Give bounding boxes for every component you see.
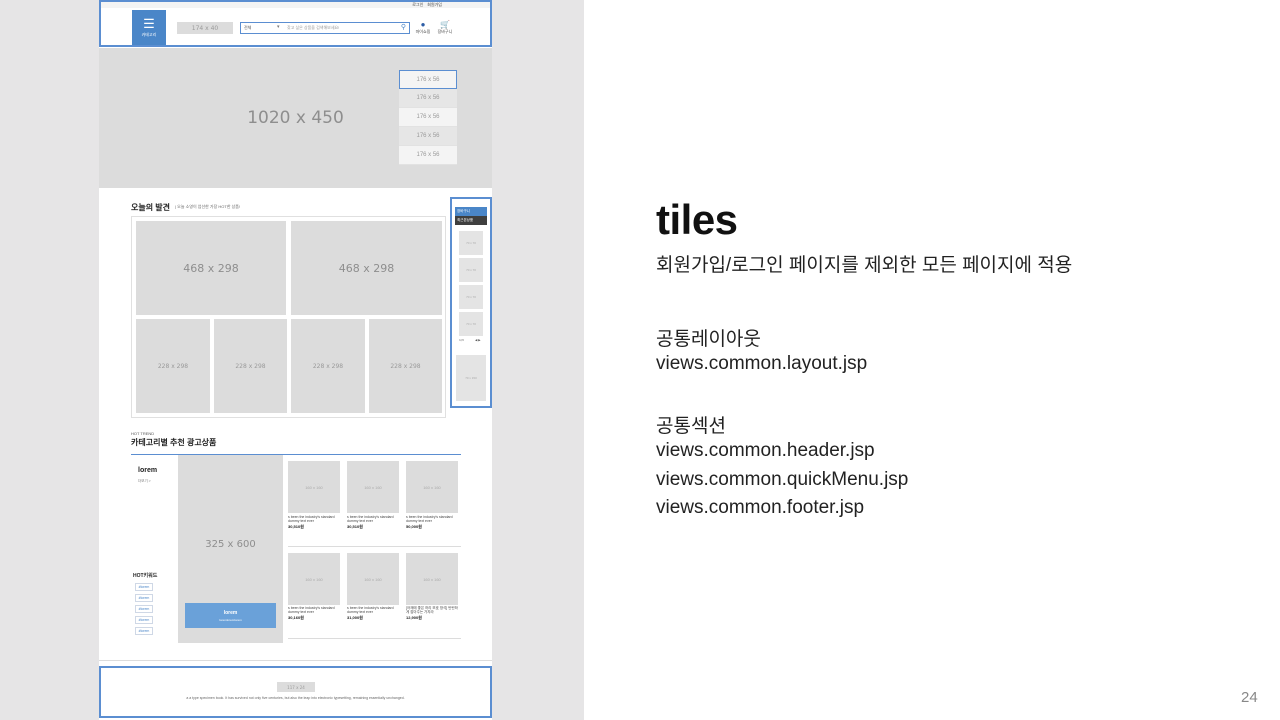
keyword-tag[interactable]: #lorem: [135, 583, 153, 591]
product-price: 30,510원: [288, 524, 304, 529]
product-desc[interactable]: [어깨에 좋은 허리 보호 방석] 탄탄하게 잡아주는 가지라: [406, 606, 460, 614]
quickmenu-file: views.common.quickMenu.jsp: [656, 469, 909, 490]
tall-ad-button-title: lorem: [223, 609, 238, 616]
hot-trend-label: HOT TREND: [131, 431, 155, 436]
today-small-tile[interactable]: 228 x 298: [291, 319, 365, 413]
today-big-tile[interactable]: 468 x 298: [136, 221, 286, 315]
quickmenu-highlight-frame: [450, 197, 492, 408]
slide: 로그인 회원가입 ☰ 카테고리 174 x 40 전체 ▾ 찾고 싶은 상품을 …: [0, 0, 1280, 720]
today-small-tile[interactable]: 228 x 298: [214, 319, 287, 413]
layout-heading: 공통레이아웃: [656, 329, 761, 350]
banner-side-list: 176 x 56 176 x 56 176 x 56 176 x 56 176 …: [399, 70, 457, 165]
keyword-tag[interactable]: #lorem: [135, 605, 153, 613]
product-price: 12,900원: [406, 615, 422, 620]
page-number: 24: [1241, 689, 1258, 706]
wireframe-panel: 로그인 회원가입 ☰ 카테고리 174 x 40 전체 ▾ 찾고 싶은 상품을 …: [0, 0, 584, 720]
today-small-tile[interactable]: 228 x 298: [136, 319, 210, 413]
today-small-tile[interactable]: 228 x 298: [369, 319, 442, 413]
today-section-subtitle: | 오늘 소영이 엄선한 가장 HOT한 상품!: [175, 204, 241, 209]
tall-ad-button-sub: loremloremlorem: [219, 617, 242, 622]
product-price: 30,160원: [288, 615, 304, 620]
product-image[interactable]: 160 x 160: [406, 461, 458, 513]
banner-side-item[interactable]: 176 x 56: [399, 108, 457, 127]
product-desc[interactable]: s been the industry's standard dummy tex…: [347, 606, 401, 614]
slide-subtitle: 회원가입/로그인 페이지를 제외한 모든 페이지에 적용: [656, 255, 1073, 276]
tall-ad-button[interactable]: lorem loremloremlorem: [185, 603, 276, 628]
hot-category-title: lorem: [138, 467, 158, 474]
slide-title: tiles: [656, 196, 738, 243]
product-price: 31,000원: [347, 615, 363, 620]
keyword-tag[interactable]: #lorem: [135, 627, 153, 635]
keyword-tag[interactable]: #lorem: [135, 594, 153, 602]
layout-file: views.common.layout.jsp: [656, 353, 868, 374]
product-desc[interactable]: s been the industry's standard dummy tex…: [288, 606, 342, 614]
wireframe-page: 로그인 회원가입 ☰ 카테고리 174 x 40 전체 ▾ 찾고 싶은 상품을 …: [99, 0, 492, 720]
footer-divider: [99, 660, 492, 661]
keyword-tag[interactable]: #lorem: [135, 616, 153, 624]
header-highlight-frame: [99, 0, 492, 47]
tall-ad-size: 325 x 600: [205, 538, 256, 550]
hot-keywords-title: HOT키워드: [133, 573, 158, 579]
product-desc[interactable]: s been the industry's standard dummy tex…: [347, 515, 401, 523]
row-divider: [288, 546, 461, 547]
product-image[interactable]: 160 x 160: [288, 461, 340, 513]
today-section-title: 오늘의 발견: [131, 203, 171, 212]
banner-side-item[interactable]: 176 x 56: [399, 89, 457, 108]
product-desc[interactable]: s been the industry's standard dummy tex…: [288, 515, 342, 523]
footer-file: views.common.footer.jsp: [656, 497, 865, 518]
banner-side-item[interactable]: 176 x 56: [399, 127, 457, 146]
product-price: 50,000원: [406, 524, 422, 529]
footer-highlight-frame: [99, 666, 492, 718]
product-image[interactable]: 160 x 160: [347, 461, 399, 513]
product-image[interactable]: 160 x 160: [288, 553, 340, 605]
banner-side-item[interactable]: 176 x 56: [399, 70, 457, 89]
product-desc[interactable]: s been the industry's standard dummy tex…: [406, 515, 460, 523]
today-big-tile[interactable]: 468 x 298: [291, 221, 442, 315]
product-image[interactable]: 160 x 160: [406, 553, 458, 605]
row-divider: [288, 638, 461, 639]
section-heading: 공통섹션: [656, 416, 726, 437]
more-link[interactable]: 더보기 >: [138, 479, 151, 484]
banner-side-item[interactable]: 176 x 56: [399, 146, 457, 165]
hot-trend-title: 카테고리별 추천 광고상품: [131, 438, 217, 447]
product-image[interactable]: 160 x 160: [347, 553, 399, 605]
header-file: views.common.header.jsp: [656, 440, 875, 461]
product-price: 30,510원: [347, 524, 363, 529]
